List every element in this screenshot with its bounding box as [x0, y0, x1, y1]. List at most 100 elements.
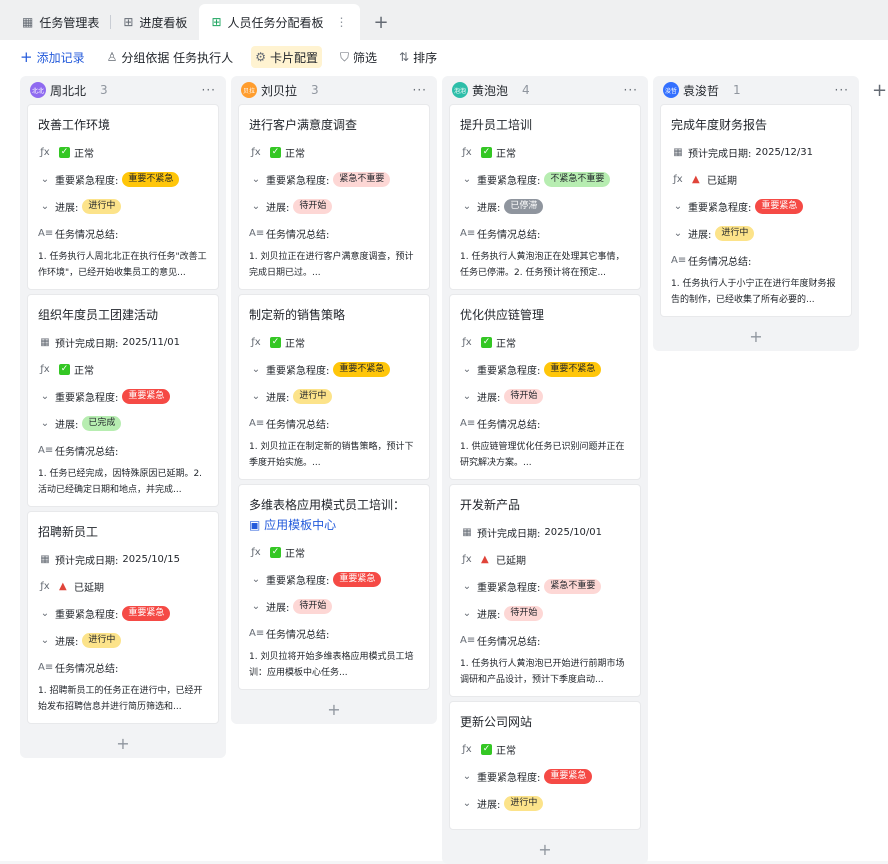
task-card[interactable]: 进行客户满意度调查 ƒx ✓ 正常 ⌄ 重要紧急程度: 紧急不重要 ⌄ 进展: 待开始 A≡ 任务情况…: [238, 104, 430, 290]
tab-task-table[interactable]: ▦ 任务管理表: [10, 4, 112, 40]
card-field-delay: ƒx ✓ 正常: [249, 333, 419, 352]
tab-progress-board[interactable]: ⊞ 进度看板: [111, 4, 199, 40]
alarm-icon: ▲: [59, 580, 67, 592]
card-field-delay: ƒx ✓ 正常: [38, 143, 208, 162]
status-tag: 待开始: [504, 389, 544, 404]
more-horizontal-icon[interactable]: ···: [624, 83, 638, 97]
card-title: 组织年度员工团建活动: [38, 308, 159, 322]
card-config-button[interactable]: ⚙ 卡片配置: [251, 46, 322, 68]
status-tag: 重要紧急: [122, 606, 171, 621]
more-horizontal-icon[interactable]: ···: [413, 83, 427, 97]
checkbox-icon: ✓: [59, 364, 70, 375]
add-card-button[interactable]: +: [653, 321, 859, 351]
card-title: 改善工作环境: [38, 118, 111, 132]
card-field-urgency: ⌄ 重要紧急程度: 重要不紧急: [249, 360, 419, 379]
card-field-delay: ƒx ✓ 正常: [38, 360, 208, 379]
field-value: 已延期: [707, 176, 737, 187]
card-field-delay: ƒx ✓ 正常: [460, 333, 630, 352]
fx-icon: ƒx: [40, 581, 50, 592]
task-card[interactable]: 招聘新员工 ▦ 预计完成日期: 2025/10/15 ƒx ▲ 已延期 ⌄ 重要紧急程度: 重要紧…: [27, 511, 219, 724]
status-tag: 重要不紧急: [544, 362, 602, 377]
status-tag: 已完成: [82, 416, 122, 431]
status-tag: 待开始: [293, 599, 333, 614]
card-field-progress: ⌄ 进展: 待开始: [249, 197, 419, 216]
field-label: 任务情况总结:: [477, 230, 541, 241]
field-label: 预计完成日期:: [688, 149, 752, 160]
column-title: 周北北: [50, 83, 87, 98]
field-label: 重要紧急程度:: [55, 176, 119, 187]
status-tag: 已停滞: [504, 199, 544, 214]
task-card[interactable]: 更新公司网站 ƒx ✓ 正常 ⌄ 重要紧急程度: 重要紧急 ⌄ 进展: 进行中: [449, 701, 641, 830]
field-label: 任务情况总结:: [477, 420, 541, 431]
avatar: 泡泡: [452, 82, 468, 98]
add-tab-button[interactable]: +: [360, 4, 403, 40]
task-card[interactable]: 多维表格应用模式员工培训： ▣ 应用模板中心 ƒx ✓ 正常 ⌄ 重要紧急程度: 重要紧急 ⌄…: [238, 484, 430, 690]
task-card[interactable]: 制定新的销售策略 ƒx ✓ 正常 ⌄ 重要紧急程度: 重要不紧急 ⌄ 进展: 进行中 A≡ 任务情况总…: [238, 294, 430, 480]
task-card[interactable]: 组织年度员工团建活动 ▦ 预计完成日期: 2025/11/01 ƒx ✓ 正常 ⌄ 重要紧急程度…: [27, 294, 219, 507]
group-by-button[interactable]: ♙ 分组依据 任务执行人: [103, 46, 238, 68]
more-horizontal-icon[interactable]: ···: [835, 83, 849, 97]
field-label: 任务情况总结:: [55, 230, 119, 241]
tab-label: 人员任务分配看板: [227, 15, 324, 30]
card-field-urgency: ⌄ 重要紧急程度: 重要紧急: [249, 570, 419, 589]
toolbar: + 添加记录 ♙ 分组依据 任务执行人 ⚙ 卡片配置 ⛉ 筛选 ⇅ 排序: [0, 40, 888, 74]
task-card[interactable]: 完成年度财务报告 ▦ 预计完成日期: 2025/12/31 ƒx ▲ 已延期 ⌄ 重要紧急程度:…: [660, 104, 852, 317]
card-field-summary: A≡ 任务情况总结:: [460, 631, 630, 650]
card-config-label: 卡片配置: [269, 50, 318, 65]
add-record-label: 添加记录: [36, 50, 85, 65]
card-title-link[interactable]: 应用模板中心: [264, 518, 336, 532]
card-field-urgency: ⌄ 重要紧急程度: 紧急不重要: [460, 577, 630, 596]
add-group-button[interactable]: +: [872, 80, 887, 101]
field-label: 进展:: [477, 203, 501, 214]
status-tag: 进行中: [715, 226, 755, 241]
more-vertical-icon[interactable]: ⋮: [336, 15, 348, 29]
calendar-icon: ▦: [673, 147, 683, 158]
tab-label: 任务管理表: [39, 15, 100, 30]
card-title: 优化供应链管理: [460, 308, 545, 322]
card-title: 开发新产品: [460, 498, 521, 512]
checkbox-icon: ✓: [59, 147, 70, 158]
card-field-summary: A≡ 任务情况总结:: [671, 251, 841, 270]
field-value: 正常: [496, 149, 516, 160]
checkbox-icon: ✓: [481, 744, 492, 755]
add-card-button[interactable]: +: [20, 728, 226, 758]
tab-assignment-board[interactable]: ⊞ 人员任务分配看板 ⋮: [199, 4, 360, 40]
field-label: 重要紧急程度:: [266, 176, 330, 187]
field-value: 2025/10/15: [122, 554, 181, 565]
add-card-button[interactable]: +: [231, 694, 437, 724]
circle-chevron-icon: ⌄: [462, 174, 472, 185]
task-card[interactable]: 提升员工培训 ƒx ✓ 正常 ⌄ 重要紧急程度: 不紧急不重要 ⌄ 进展: 已停滞 A≡ 任务情况总结…: [449, 104, 641, 290]
summary-text: 1. 供应链管理优化任务已识别问题并正在研究解决方案。...: [460, 442, 625, 468]
field-label: 任务情况总结:: [55, 447, 119, 458]
field-label: 进展:: [477, 610, 501, 621]
task-card[interactable]: 优化供应链管理 ƒx ✓ 正常 ⌄ 重要紧急程度: 重要不紧急 ⌄ 进展: 待开始 A≡ 任务情况总结…: [449, 294, 641, 480]
add-record-button[interactable]: + 添加记录: [16, 46, 89, 68]
summary-text: 1. 任务执行人周北北正在执行任务"改善工作环境"，已经开始收集员工的意见...: [38, 252, 207, 278]
circle-chevron-icon: ⌄: [462, 581, 472, 592]
grid-icon: ▦: [22, 15, 34, 29]
circle-chevron-icon: ⌄: [40, 635, 50, 646]
more-horizontal-icon[interactable]: ···: [202, 83, 216, 97]
card-field-progress: ⌄ 进展: 已停滞: [460, 197, 630, 216]
task-card[interactable]: 开发新产品 ▦ 预计完成日期: 2025/10/01 ƒx ▲ 已延期 ⌄ 重要紧急程度: 紧急不…: [449, 484, 641, 697]
status-tag: 重要紧急: [333, 572, 382, 587]
card-title: 进行客户满意度调查: [249, 118, 358, 132]
field-label: 重要紧急程度:: [688, 203, 752, 214]
sort-button[interactable]: ⇅ 排序: [395, 46, 441, 68]
column-header: 泡泡 黄泡泡 4 ···: [442, 76, 648, 104]
link-icon[interactable]: ▣: [249, 518, 264, 532]
plus-icon: +: [20, 48, 33, 66]
circle-chevron-icon: ⌄: [251, 391, 261, 402]
text-icon: A≡: [249, 228, 265, 239]
field-label: 进展:: [266, 203, 290, 214]
field-label: 重要紧急程度:: [477, 583, 541, 594]
circle-chevron-icon: ⌄: [462, 608, 472, 619]
filter-button[interactable]: ⛉ 筛选: [336, 46, 381, 68]
avatar: 贝拉: [241, 82, 257, 98]
add-card-button[interactable]: +: [442, 834, 648, 864]
fx-icon: ƒx: [251, 547, 261, 558]
field-label: 重要紧急程度:: [266, 576, 330, 587]
circle-chevron-icon: ⌄: [251, 574, 261, 585]
group-by-label: 分组依据 任务执行人: [121, 50, 234, 65]
task-card[interactable]: 改善工作环境 ƒx ✓ 正常 ⌄ 重要紧急程度: 重要不紧急 ⌄ 进展: 进行中 A≡ 任务情况总结:…: [27, 104, 219, 290]
